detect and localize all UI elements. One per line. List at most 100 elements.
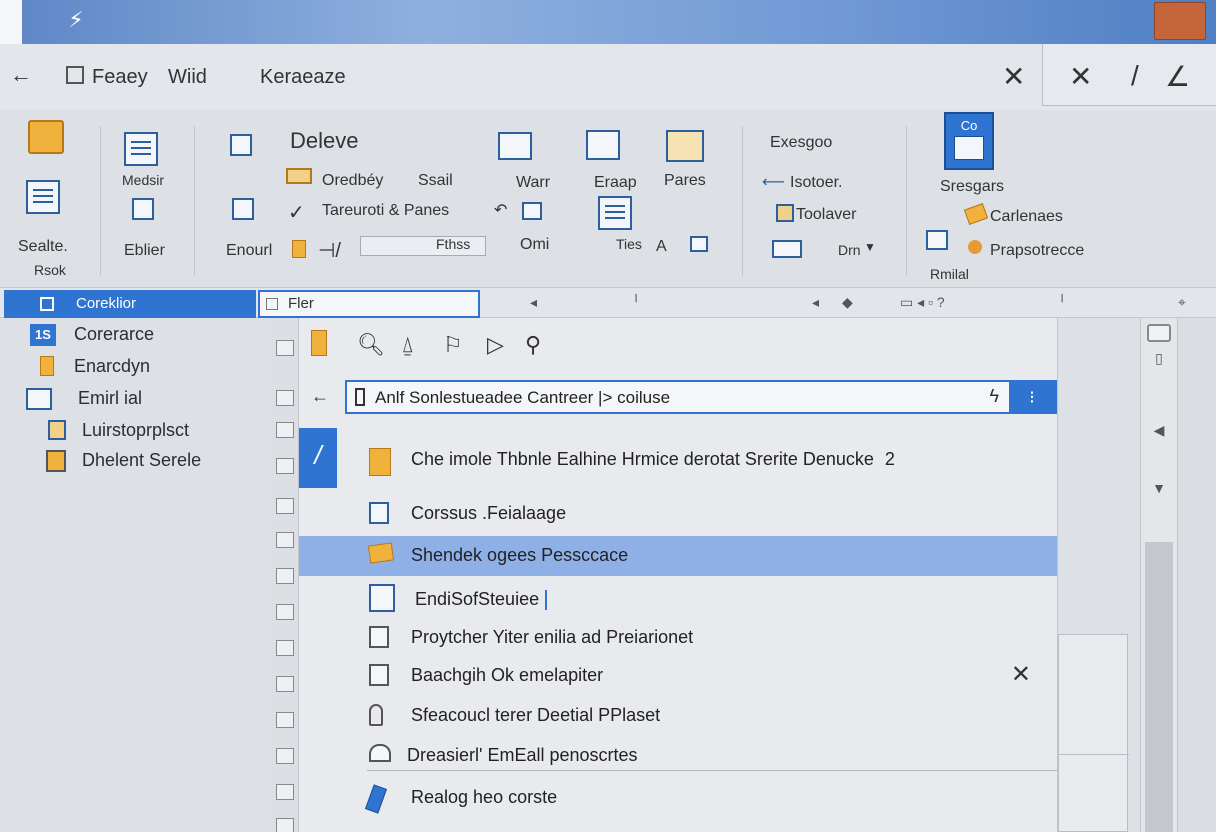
ribbon-label-eblier[interactable]: Eblier — [124, 242, 165, 260]
table-icon[interactable] — [232, 198, 254, 220]
ribbon-label-eraap[interactable]: Eraap — [594, 174, 637, 192]
list-item-selected[interactable]: Shendek ogees Pessccace — [299, 536, 1057, 576]
up-arrow-icon[interactable]: ⍙ — [401, 332, 414, 358]
zoom-icon[interactable]: ⚲ — [525, 332, 541, 358]
frame-icon[interactable] — [690, 236, 708, 252]
strip-grid-icon[interactable] — [276, 640, 294, 656]
play-icon[interactable]: ▷ — [487, 332, 504, 358]
edit-doc-icon[interactable] — [230, 134, 252, 156]
ribbon-label-pares[interactable]: Pares — [664, 172, 706, 190]
strip-grid-icon[interactable] — [276, 568, 294, 584]
folder-icon[interactable] — [311, 330, 327, 356]
lightning-icon[interactable]: ϟ — [989, 386, 999, 407]
close-icon[interactable]: ✕ — [1069, 60, 1092, 93]
palette-icon[interactable] — [498, 132, 532, 160]
ribbon-label-warr[interactable]: Warr — [516, 174, 550, 192]
strip-grid-icon[interactable] — [276, 604, 294, 620]
strip-grid-icon[interactable] — [276, 340, 294, 356]
close-icon[interactable]: ✕ — [1011, 660, 1031, 689]
search-icon[interactable]: 🔍︎ — [357, 332, 385, 358]
slash-icon[interactable]: / — [1131, 60, 1139, 92]
undo-curve-icon[interactable]: ↶ — [494, 200, 507, 220]
list-item[interactable]: Realog heo corste — [299, 778, 1057, 818]
strip-grid-icon[interactable] — [276, 784, 294, 800]
ribbon-label-tareuroti[interactable]: Tareuroti & Panes — [322, 202, 449, 220]
filter-input[interactable]: Fler — [258, 290, 480, 318]
back-arrow-icon[interactable]: ← — [10, 62, 32, 88]
triangle-left-icon[interactable]: ◂ — [530, 294, 537, 311]
tree-item-dhelent-serele[interactable]: Dhelent Serele — [82, 450, 201, 471]
menu-item-3[interactable]: Keraeaze — [260, 66, 346, 89]
strip-grid-icon[interactable] — [276, 676, 294, 692]
ribbon-label-prapsotrecce[interactable]: Prapsotrecce — [990, 242, 1084, 260]
ribbon-label-carlenaes[interactable]: Carlenaes — [990, 208, 1063, 226]
strip-grid-icon[interactable] — [276, 818, 294, 832]
strip-grid-icon[interactable] — [276, 498, 294, 514]
list-item[interactable]: Baachgih Ok emelapiter ✕ — [299, 656, 1057, 696]
document-edit-icon[interactable] — [26, 180, 60, 214]
ribbon-label-enourl[interactable]: Enourl — [226, 242, 272, 260]
search-go-button[interactable]: ⁝ — [1009, 380, 1055, 414]
ribbon-label-ties[interactable]: Ties — [616, 236, 642, 252]
scroll-toggle-icon[interactable] — [1147, 324, 1171, 342]
tree-item-emirl-ial[interactable]: Emirl ial — [78, 388, 142, 409]
scroll-thumb[interactable] — [1145, 542, 1173, 832]
list-document-icon[interactable] — [124, 132, 158, 166]
big-tile-icon[interactable]: Co — [944, 112, 994, 170]
image-doc-icon[interactable] — [132, 198, 154, 220]
scroll-left-arrow-icon[interactable]: ◀ — [1147, 422, 1171, 439]
tree-item-enarcdyn[interactable]: Enarcdyn — [74, 356, 150, 377]
tree-item-luirstoprplsct[interactable]: Luirstoprplsct — [82, 420, 189, 441]
search-input[interactable]: Anlf Sonlestueadee Cantreer |> coiluse ϟ… — [345, 380, 1057, 414]
strip-grid-icon[interactable] — [276, 532, 294, 548]
ribbon-label-sealte[interactable]: Sealte. — [18, 238, 68, 256]
flag-icon[interactable]: ⚐ — [443, 332, 463, 358]
pages-icon[interactable] — [666, 130, 704, 162]
circle-icon[interactable] — [968, 240, 982, 254]
highlight-icon[interactable] — [286, 168, 312, 184]
list-item[interactable]: Proytcher Yiter enilia ad Preiarionet — [299, 618, 1057, 658]
ribbon-label-drn[interactable]: Drn — [838, 242, 861, 258]
report-icon[interactable] — [598, 196, 632, 230]
grid-icon[interactable] — [926, 230, 948, 250]
strip-grid-icon[interactable] — [276, 748, 294, 764]
pin-icon[interactable]: ⌖ — [1178, 294, 1186, 311]
ribbon-label-toolaver[interactable]: Toolaver — [796, 206, 856, 224]
list-item[interactable]: EndiSofSteuiee — [299, 580, 1057, 620]
list-item[interactable]: Corssus .Feialaage — [299, 494, 1057, 534]
strip-grid-icon[interactable] — [276, 390, 294, 406]
folder-icon[interactable] — [28, 120, 64, 154]
menu-item-2[interactable]: Wiid — [168, 66, 207, 89]
vertical-scrollbar[interactable]: ▯ ◀ ▼ — [1140, 318, 1178, 832]
font-a-icon[interactable]: A — [656, 238, 667, 256]
list-item[interactable]: Sfeacoucl terer Deetial PPlaset — [299, 696, 1057, 736]
ribbon-label-isotoer[interactable]: Isotoer. — [790, 174, 842, 192]
close-x-icon[interactable]: ✕ — [1002, 60, 1025, 93]
ribbon-label-oredbey[interactable]: Oredbéy — [322, 172, 383, 190]
ribbon-label-omi[interactable]: Omi — [520, 236, 549, 254]
pencil-icon[interactable] — [963, 203, 989, 225]
save-doc-icon[interactable] — [586, 130, 620, 160]
diamond-icon[interactable]: ◆ — [842, 294, 853, 311]
toolbar-icon[interactable] — [776, 204, 794, 222]
pen-icon[interactable]: ∠ — [1165, 60, 1190, 93]
back-arrow-icon[interactable]: ← — [311, 386, 329, 407]
ribbon-label-medsir[interactable]: Medsir — [122, 172, 164, 188]
strip-grid-icon[interactable] — [276, 422, 294, 438]
bookmark-icon[interactable] — [292, 240, 306, 258]
ribbon-label-ssail[interactable]: Ssail — [418, 172, 453, 190]
tree-item-corerarce[interactable]: Corerarce — [74, 324, 154, 345]
menu-item-1[interactable]: Feaey — [92, 66, 148, 89]
line-tool-icon[interactable]: ⊣/ — [318, 238, 341, 263]
arrow-left-icon[interactable]: ⟵ — [762, 172, 785, 192]
stack-icon[interactable] — [522, 202, 542, 220]
triangle-left-icon[interactable]: ◂ — [812, 294, 819, 311]
strip-grid-icon[interactable] — [276, 458, 294, 474]
dropdown-arrow-icon[interactable]: ▼ — [864, 240, 876, 254]
connect-icon[interactable] — [772, 240, 802, 258]
ribbon-label-sresgars[interactable]: Sresgars — [940, 178, 1004, 196]
ribbon-label-fthss[interactable]: Fthss — [436, 236, 470, 252]
list-item[interactable]: Che imole Thbnle Ealhine Hrmice derotat … — [299, 440, 1057, 480]
tab-corekliar[interactable]: Coreklior — [4, 290, 256, 318]
window-close-button[interactable] — [1154, 2, 1206, 40]
